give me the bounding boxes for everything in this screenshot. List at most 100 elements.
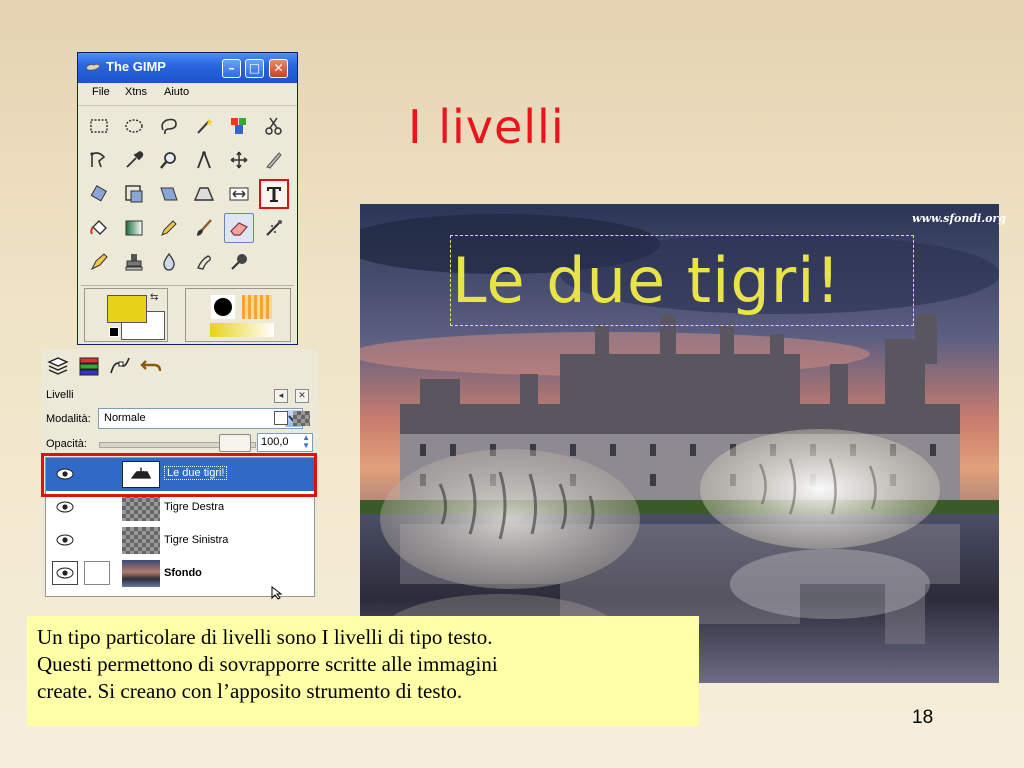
stamp-icon bbox=[125, 254, 143, 271]
slide-title: I livelli bbox=[408, 100, 565, 154]
layers-panel-label: Livelli bbox=[46, 389, 74, 401]
text-t-icon bbox=[267, 187, 281, 202]
shear-tool[interactable] bbox=[154, 179, 184, 209]
scale-icon bbox=[125, 185, 143, 203]
ink-tool[interactable] bbox=[84, 247, 114, 277]
ellipse-select-tool[interactable] bbox=[119, 111, 149, 141]
opacity-spinbox[interactable]: 100,0 ▲ ▼ bbox=[257, 433, 313, 452]
layers-tab-icon[interactable] bbox=[45, 353, 71, 379]
move-arrows-icon bbox=[230, 151, 248, 169]
slide-number: 18 bbox=[912, 707, 934, 728]
blur-tool[interactable] bbox=[154, 247, 184, 277]
airbrush-icon bbox=[266, 220, 282, 236]
paths-pen-icon bbox=[90, 152, 106, 168]
keep-transparency-checkbox[interactable] bbox=[274, 411, 288, 425]
link-toggle[interactable] bbox=[84, 561, 110, 585]
rect-select-tool[interactable] bbox=[84, 111, 114, 141]
paths-tab-icon[interactable] bbox=[107, 353, 133, 379]
measure-tool[interactable] bbox=[189, 145, 219, 175]
visibility-toggle[interactable] bbox=[52, 561, 78, 585]
clone-tool[interactable] bbox=[119, 247, 149, 277]
smudge-finger-icon bbox=[197, 255, 211, 270]
brush-preview-icon[interactable] bbox=[211, 295, 235, 319]
text-tool[interactable] bbox=[259, 179, 289, 209]
bucket-fill-tool[interactable] bbox=[84, 213, 114, 243]
dock-menu-button[interactable]: ◂ bbox=[274, 389, 288, 403]
scale-tool[interactable] bbox=[119, 179, 149, 209]
eraser-icon bbox=[230, 222, 248, 236]
opacity-value: 100,0 bbox=[261, 436, 289, 448]
visibility-eye-icon[interactable] bbox=[56, 534, 74, 546]
gradient-preview[interactable] bbox=[210, 323, 274, 337]
scissors-tool[interactable] bbox=[259, 111, 289, 141]
move-tool[interactable] bbox=[224, 145, 254, 175]
eraser-tool[interactable] bbox=[224, 213, 254, 243]
mode-select[interactable]: Normale bbox=[98, 408, 303, 429]
close-button[interactable]: ✕ bbox=[269, 59, 288, 78]
opacity-slider-thumb[interactable] bbox=[219, 434, 251, 452]
fuzzy-select-tool[interactable] bbox=[189, 111, 219, 141]
flip-icon bbox=[229, 187, 249, 201]
paintbrush-tool[interactable] bbox=[189, 213, 219, 243]
default-colors-icon[interactable] bbox=[109, 327, 119, 337]
dock-close-button[interactable]: ✕ bbox=[295, 389, 309, 403]
menu-xtns[interactable]: Xtns bbox=[125, 86, 147, 98]
tiger-left-thumbnail bbox=[122, 527, 160, 554]
paths-tool[interactable] bbox=[84, 145, 114, 175]
lasso-tool[interactable] bbox=[154, 111, 184, 141]
foreground-color-swatch[interactable] bbox=[107, 295, 147, 323]
visibility-eye-icon[interactable] bbox=[56, 501, 74, 513]
menu-aiuto[interactable]: Aiuto bbox=[164, 86, 189, 98]
perspective-tool[interactable] bbox=[189, 179, 219, 209]
layer-name: Sfondo bbox=[164, 567, 202, 579]
tiger-right-thumbnail bbox=[122, 494, 160, 521]
crop-tool[interactable] bbox=[259, 145, 289, 175]
rotate-tool[interactable] bbox=[84, 179, 114, 209]
perspective-icon bbox=[193, 187, 215, 201]
color-select-tool[interactable] bbox=[224, 111, 254, 141]
pattern-preview[interactable] bbox=[242, 295, 272, 319]
spinner-arrows-icon[interactable]: ▲ ▼ bbox=[302, 434, 310, 450]
gimp-logo-icon bbox=[85, 63, 101, 71]
layer-name: Tigre Sinistra bbox=[164, 534, 229, 546]
caption-box: Un tipo particolare di livelli sono I li… bbox=[27, 616, 699, 726]
magic-wand-icon bbox=[197, 118, 213, 134]
channels-tab-icon[interactable] bbox=[76, 353, 102, 379]
minimize-button[interactable]: – bbox=[222, 59, 241, 78]
gimp-titlebar[interactable]: The GIMP – □ ✕ bbox=[78, 53, 297, 83]
caption-line: Un tipo particolare di livelli sono I li… bbox=[37, 625, 493, 649]
color-picker-tool[interactable] bbox=[119, 145, 149, 175]
gradient-icon bbox=[125, 220, 143, 236]
gimp-menubar: File Xtns Aiuto bbox=[78, 83, 297, 106]
swap-colors-icon[interactable]: ⇆ bbox=[150, 292, 158, 303]
smudge-tool[interactable] bbox=[189, 247, 219, 277]
dodge-burn-tool[interactable] bbox=[224, 247, 254, 277]
airbrush-tool[interactable] bbox=[259, 213, 289, 243]
brush-pattern-gradient-area bbox=[185, 288, 291, 342]
mode-select-value: Normale bbox=[104, 412, 146, 424]
paint-bucket-icon bbox=[90, 220, 107, 235]
rotate-icon bbox=[90, 185, 108, 202]
layer-name: Tigre Destra bbox=[164, 501, 225, 513]
undo-history-tab-icon[interactable] bbox=[138, 353, 164, 379]
fg-bg-color-area: ⇆ bbox=[84, 288, 168, 342]
pencil-tool[interactable] bbox=[154, 213, 184, 243]
zoom-tool[interactable] bbox=[154, 145, 184, 175]
mouse-pointer-icon bbox=[271, 586, 283, 600]
maximize-button[interactable]: □ bbox=[245, 59, 264, 78]
dock-tabs bbox=[41, 349, 318, 381]
menu-file[interactable]: File bbox=[92, 86, 110, 98]
dodge-burn-icon bbox=[231, 254, 247, 270]
caption-line: Questi permettono di sovrapporre scritte… bbox=[37, 652, 498, 676]
visibility-eye-icon bbox=[56, 567, 74, 579]
lasso-icon bbox=[161, 118, 177, 135]
color-select-icon bbox=[231, 118, 246, 134]
rect-select-icon bbox=[90, 119, 108, 133]
shear-icon bbox=[160, 187, 178, 201]
water-drop-icon bbox=[163, 252, 175, 271]
layer-row-tigre-sinistra[interactable]: Tigre Sinistra bbox=[46, 524, 314, 557]
eyedropper-icon bbox=[126, 151, 144, 168]
blend-tool[interactable] bbox=[119, 213, 149, 243]
flip-tool[interactable] bbox=[224, 179, 254, 209]
gimp-window-title: The GIMP bbox=[106, 59, 166, 74]
